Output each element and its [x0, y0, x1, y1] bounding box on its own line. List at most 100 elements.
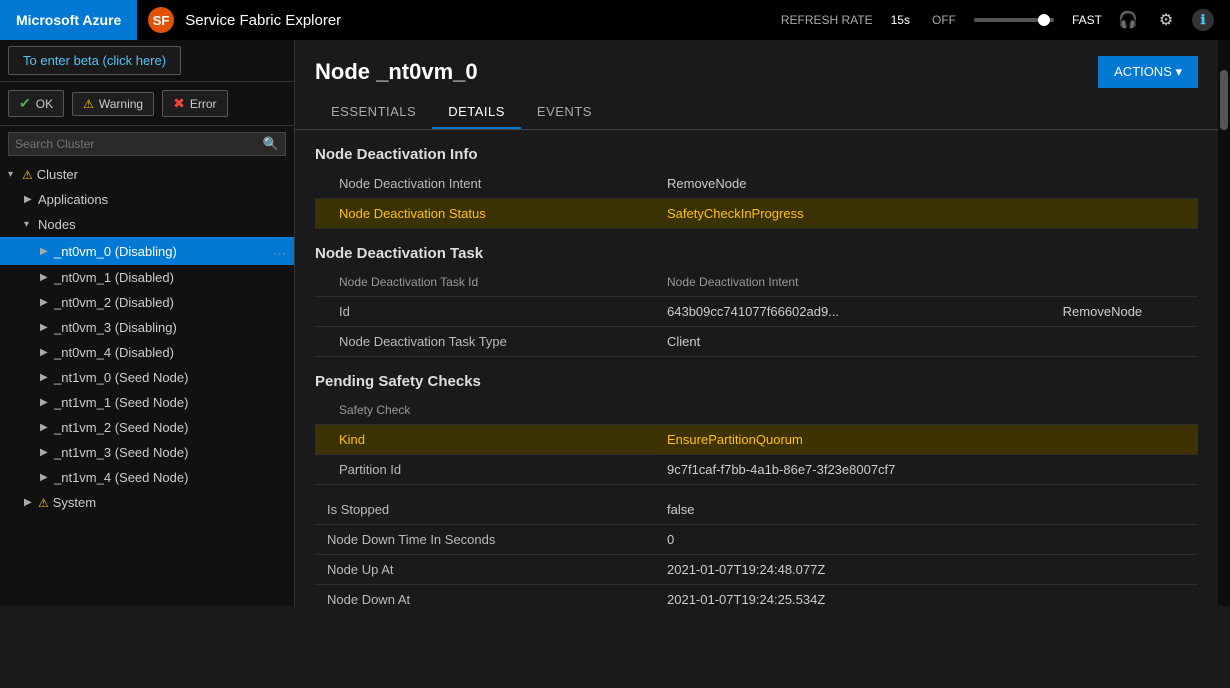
nav-right: REFRESH RATE 15s OFF FAST 🎧 ⚙ ℹ	[781, 8, 1230, 32]
warning-icon: ⚠	[83, 97, 94, 111]
chevron-icon: ▶	[40, 297, 54, 308]
tree-item-label: _nt0vm_0 (Disabling)	[54, 244, 177, 259]
tree-item-label: _nt0vm_4 (Disabled)	[54, 345, 174, 360]
tree-item-nt1vm3[interactable]: ▶_nt1vm_3 (Seed Node)	[0, 440, 294, 465]
ok-status-button[interactable]: ✔ OK	[8, 90, 64, 117]
task-header-row: Node Deactivation Task Id Node Deactivat…	[315, 268, 1198, 297]
tab-essentials[interactable]: ESSENTIALS	[315, 96, 432, 129]
tree-item-label: _nt0vm_1 (Disabled)	[54, 270, 174, 285]
node-down-time-row: Node Down Time In Seconds 0	[315, 525, 1198, 555]
node-up-at-value: 2021-01-07T19:24:48.077Z	[655, 555, 1198, 585]
warning-status-button[interactable]: ⚠ Warning	[72, 92, 154, 116]
error-label: Error	[190, 97, 217, 111]
chevron-icon: ▶	[40, 322, 54, 333]
search-input[interactable]	[15, 137, 263, 151]
task-intent-value: RemoveNode	[1063, 304, 1143, 319]
tree-item-applications[interactable]: ▶Applications	[0, 187, 294, 212]
section-deactivation-task: Node Deactivation Task	[315, 245, 1198, 262]
deact-intent-value: RemoveNode	[655, 169, 1198, 199]
error-icon: ✖	[173, 95, 185, 112]
refresh-slider[interactable]	[974, 18, 1054, 22]
tree-item-nt0vm2[interactable]: ▶_nt0vm_2 (Disabled)	[0, 290, 294, 315]
partition-id-label: Partition Id	[315, 455, 655, 485]
settings-icon[interactable]: ⚙	[1154, 8, 1178, 32]
section-safety-checks: Pending Safety Checks	[315, 373, 1198, 390]
tree-item-system[interactable]: ▶⚠System	[0, 490, 294, 515]
ok-label: OK	[36, 97, 53, 111]
tree-item-label: _nt1vm_4 (Seed Node)	[54, 470, 188, 485]
task-type-label: Node Deactivation Task Type	[315, 327, 655, 357]
app-title: Service Fabric Explorer	[185, 12, 781, 29]
tree-item-nt0vm4[interactable]: ▶_nt0vm_4 (Disabled)	[0, 340, 294, 365]
tree-item-label: Applications	[38, 192, 108, 207]
svg-text:SF: SF	[153, 13, 170, 28]
refresh-rate-value: 15s	[891, 13, 910, 27]
ok-icon: ✔	[19, 95, 31, 112]
node-prefix: Node	[315, 59, 370, 84]
beta-enter-button[interactable]: To enter beta (click here)	[8, 46, 181, 75]
is-stopped-label: Is Stopped	[315, 495, 655, 525]
tree-item-nt0vm3[interactable]: ▶_nt0vm_3 (Disabling)	[0, 315, 294, 340]
section-deactivation-info: Node Deactivation Info	[315, 146, 1198, 163]
task-type-row: Node Deactivation Task Type Client	[315, 327, 1198, 357]
tab-details[interactable]: DETAILS	[432, 96, 521, 129]
tabs: ESSENTIALS DETAILS EVENTS	[295, 96, 1218, 130]
tree-item-label: _nt0vm_3 (Disabling)	[54, 320, 177, 335]
tree-item-label: System	[53, 495, 96, 510]
refresh-toggle[interactable]: OFF	[932, 13, 956, 27]
tree-item-label: _nt1vm_0 (Seed Node)	[54, 370, 188, 385]
node-down-at-value: 2021-01-07T19:24:25.534Z	[655, 585, 1198, 607]
search-icon: 🔍	[263, 136, 279, 152]
safety-check-header-row: Safety Check	[315, 396, 1198, 425]
tree-item-nodes[interactable]: ▾Nodes	[0, 212, 294, 237]
tree-item-label: Nodes	[38, 217, 76, 232]
tree-item-nt1vm4[interactable]: ▶_nt1vm_4 (Seed Node)	[0, 465, 294, 490]
scrollbar-thumb[interactable]	[1220, 70, 1228, 130]
partition-id-value: 9c7f1caf-f7bb-4a1b-86e7-3f23e8007cf7	[655, 455, 1198, 485]
context-menu-icon[interactable]: ...	[273, 242, 286, 260]
kind-label: Kind	[315, 425, 655, 455]
actions-button[interactable]: ACTIONS ▾	[1098, 56, 1198, 88]
chevron-icon: ▶	[40, 347, 54, 358]
tab-events[interactable]: EVENTS	[521, 96, 608, 129]
chevron-icon: ▶	[40, 272, 54, 283]
deactivation-task-table: Node Deactivation Task Id Node Deactivat…	[315, 268, 1198, 357]
warn-icon: ⚠	[38, 496, 49, 510]
beta-banner: To enter beta (click here)	[0, 40, 294, 82]
page-title: Node _nt0vm_0	[315, 59, 478, 85]
chevron-icon: ▶	[40, 397, 54, 408]
tree-item-cluster[interactable]: ▾⚠Cluster	[0, 162, 294, 187]
node-down-at-row: Node Down At 2021-01-07T19:24:25.534Z	[315, 585, 1198, 607]
warn-icon: ⚠	[22, 168, 33, 182]
safety-check-col: Safety Check	[315, 396, 655, 425]
headset-icon[interactable]: 🎧	[1116, 8, 1140, 32]
chevron-icon: ▶	[40, 246, 54, 257]
chevron-icon: ▶	[40, 372, 54, 383]
chevron-icon: ▶	[40, 422, 54, 433]
is-stopped-row: Is Stopped false	[315, 495, 1198, 525]
node-up-at-row: Node Up At 2021-01-07T19:24:48.077Z	[315, 555, 1198, 585]
azure-brand[interactable]: Microsoft Azure	[0, 0, 137, 40]
tree-item-nt0vm0[interactable]: ▶_nt0vm_0 (Disabling)...	[0, 237, 294, 265]
search-box: 🔍	[8, 132, 286, 156]
task-id-col: Node Deactivation Task Id	[315, 268, 655, 297]
scrollbar-track[interactable]	[1218, 40, 1230, 606]
tree-item-nt1vm0[interactable]: ▶_nt1vm_0 (Seed Node)	[0, 365, 294, 390]
task-intent-col: Node Deactivation Intent	[655, 268, 1198, 297]
partition-id-row: Partition Id 9c7f1caf-f7bb-4a1b-86e7-3f2…	[315, 455, 1198, 485]
task-type-value: Client	[655, 327, 1198, 357]
node-down-time-value: 0	[655, 525, 1198, 555]
tree-item-nt1vm1[interactable]: ▶_nt1vm_1 (Seed Node)	[0, 390, 294, 415]
chevron-icon: ▾	[8, 169, 22, 180]
chevron-icon: ▶	[24, 194, 38, 205]
refresh-fast-label: FAST	[1072, 13, 1102, 27]
info-icon[interactable]: ℹ	[1192, 9, 1214, 31]
error-status-button[interactable]: ✖ Error	[162, 90, 227, 117]
tree-item-nt1vm2[interactable]: ▶_nt1vm_2 (Seed Node)	[0, 415, 294, 440]
chevron-icon: ▶	[40, 472, 54, 483]
sf-logo-icon: SF	[147, 6, 175, 34]
deact-status-value: SafetyCheckInProgress	[655, 199, 1198, 229]
chevron-icon: ▾	[24, 219, 38, 230]
node-name: _nt0vm_0	[376, 59, 478, 84]
tree-item-nt0vm1[interactable]: ▶_nt0vm_1 (Disabled)	[0, 265, 294, 290]
